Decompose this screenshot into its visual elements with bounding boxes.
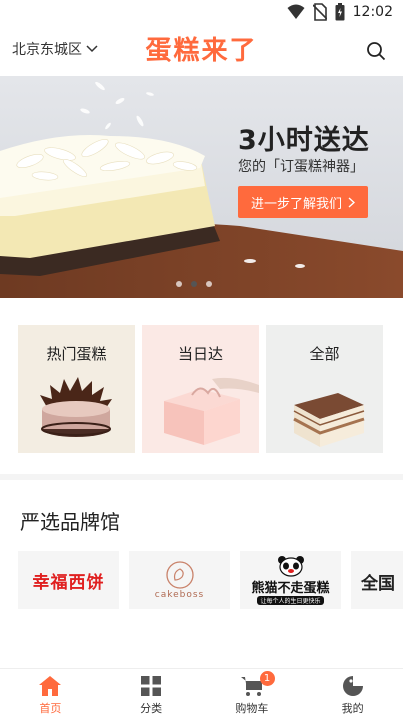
carousel-dot[interactable]: [176, 281, 182, 287]
cakeboss-logo-icon: [165, 561, 194, 589]
category-label: 全部: [309, 345, 340, 363]
carousel-dot[interactable]: [191, 281, 197, 287]
status-icons: 12:02: [287, 3, 393, 21]
brand-tagline: 让每个人的生日更快乐: [257, 596, 324, 605]
brand-quanguo[interactable]: 全国: [351, 551, 403, 609]
tab-profile[interactable]: 我的: [302, 669, 403, 720]
category-all[interactable]: 全部: [266, 325, 383, 453]
battery-icon: [335, 3, 345, 21]
home-icon: [39, 676, 62, 696]
banner-subtitle: 您的「订蛋糕神器」: [238, 159, 364, 175]
brand-panda[interactable]: 熊猫不走蛋糕 让每个人的生日更快乐: [240, 551, 341, 609]
brand-xingfu[interactable]: 幸福西饼: [18, 551, 119, 609]
profile-icon: [342, 676, 363, 696]
tiramisu-image: [293, 393, 365, 447]
category-same-day[interactable]: 当日达: [142, 325, 259, 453]
tab-label: 购物车: [235, 702, 269, 715]
wifi-icon: [287, 4, 305, 19]
brand-section-title: 严选品牌馆: [20, 510, 120, 534]
learn-more-label: 进一步了解我们: [250, 196, 342, 212]
tab-label: 分类: [140, 702, 163, 715]
panda-logo-icon: [277, 556, 304, 577]
gift-box-image: [164, 377, 259, 445]
tab-label: 我的: [341, 702, 364, 715]
learn-more-button[interactable]: 进一步了解我们: [238, 186, 368, 218]
brand-name: cakeboss: [154, 590, 205, 600]
grid-icon: [141, 676, 162, 696]
brand-carousel: 幸福西饼 cakeboss 熊猫不走蛋糕 让每个人的生日更快乐 全国: [18, 551, 403, 609]
chevron-right-icon: [348, 196, 355, 208]
brand-name: 幸福西饼: [32, 572, 105, 593]
bottom-tab-bar: 首页 分类 1 购物车 我的: [0, 668, 403, 720]
section-divider: [0, 474, 403, 480]
search-icon[interactable]: [365, 40, 387, 62]
hot-cake-image: [40, 377, 112, 437]
brand-logo: 蛋糕来了: [145, 36, 258, 66]
category-grid: 热门蛋糕 当日达 全部: [18, 325, 385, 453]
brand-name: 全国: [361, 574, 395, 594]
brand-name: 熊猫不走蛋糕: [251, 581, 330, 596]
no-sim-icon: [312, 3, 327, 21]
tab-label: 首页: [39, 702, 62, 715]
cart-badge: 1: [259, 671, 275, 686]
carousel-dots[interactable]: [176, 281, 212, 287]
hero-banner[interactable]: 3小时送达 您的「订蛋糕神器」 进一步了解我们: [0, 76, 403, 298]
status-bar: 12:02: [0, 0, 403, 26]
app-header: 北京东城区 蛋糕来了: [0, 26, 403, 76]
category-hot-cakes[interactable]: 热门蛋糕: [18, 325, 135, 453]
carousel-dot[interactable]: [206, 281, 212, 287]
brand-cakeboss[interactable]: cakeboss: [129, 551, 230, 609]
tab-home[interactable]: 首页: [0, 669, 101, 720]
category-label: 当日达: [177, 345, 223, 363]
tab-category[interactable]: 分类: [101, 669, 202, 720]
banner-title: 3小时送达: [238, 125, 370, 156]
category-label: 热门蛋糕: [46, 345, 107, 363]
tab-cart[interactable]: 1 购物车: [202, 669, 303, 720]
status-time: 12:02: [352, 4, 393, 20]
